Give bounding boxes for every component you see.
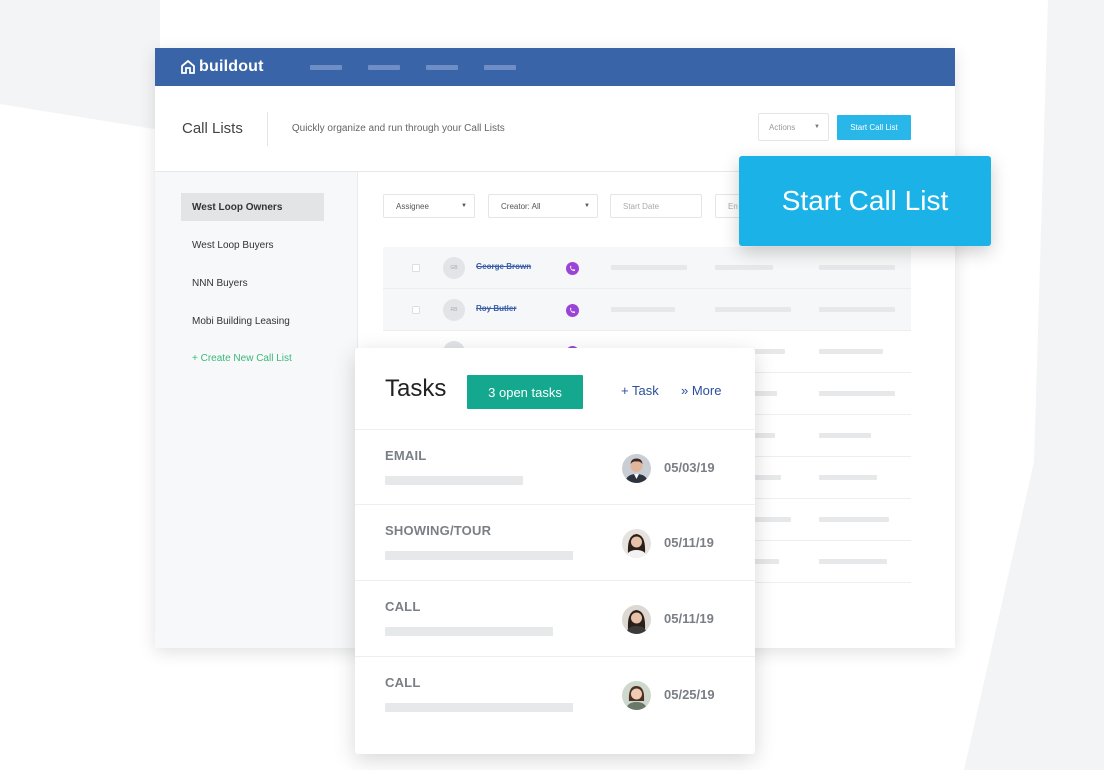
call-lists-sidebar: West Loop Owners West Loop Buyers NNN Bu… [155, 172, 358, 648]
chevron-down-icon: ▼ [814, 124, 820, 130]
woman-avatar [622, 681, 651, 710]
task-row-call[interactable]: CALL 05/25/19 [355, 657, 755, 733]
placeholder-cell [819, 307, 895, 312]
avatar: RB [443, 299, 465, 321]
task-description-placeholder [385, 551, 573, 560]
task-type: SHOWING/TOUR [385, 523, 492, 538]
contact-name[interactable]: Roy Butler [476, 304, 516, 313]
row-checkbox[interactable] [412, 306, 420, 314]
nav-menu [309, 64, 516, 70]
actions-dropdown[interactable]: Actions ▼ [758, 113, 829, 141]
end-date-placeholder: En [728, 201, 738, 211]
task-row-email[interactable]: EMAIL 05/03/19 [355, 429, 755, 505]
woman-avatar [622, 605, 651, 634]
tasks-title: Tasks [385, 375, 447, 402]
sidebar-item-west-loop-owners[interactable]: West Loop Owners [181, 193, 324, 221]
chevron-down-icon: ▼ [584, 203, 590, 209]
placeholder-cell [611, 307, 675, 312]
sidebar-item-nnn-buyers[interactable]: NNN Buyers [181, 269, 324, 297]
task-type: EMAIL [385, 448, 427, 463]
table-row[interactable]: GB George Brown [383, 247, 911, 289]
sidebar-item-mobi-building-leasing[interactable]: Mobi Building Leasing [181, 307, 324, 335]
man-avatar [622, 454, 651, 483]
sidebar-item-west-loop-buyers[interactable]: West Loop Buyers [181, 231, 324, 259]
start-call-list-callout-button[interactable]: Start Call List [739, 156, 991, 246]
start-date-placeholder: Start Date [623, 201, 660, 211]
more-link[interactable]: » More [681, 383, 721, 398]
avatar: GB [443, 257, 465, 279]
nav-item-placeholder[interactable] [367, 64, 400, 70]
task-date: 05/25/19 [664, 687, 715, 702]
start-date-field[interactable]: Start Date [610, 194, 702, 218]
task-type: CALL [385, 599, 421, 614]
chevron-down-icon: ▼ [461, 203, 467, 209]
assignee-filter-label: Assignee [396, 201, 429, 211]
placeholder-cell [819, 517, 889, 522]
task-date: 05/11/19 [664, 535, 714, 550]
task-row-showing-tour[interactable]: SHOWING/TOUR 05/11/19 [355, 505, 755, 581]
placeholder-cell [611, 265, 687, 270]
placeholder-cell [819, 475, 877, 480]
page-subtitle: Quickly organize and run through your Ca… [291, 123, 505, 134]
task-row-call[interactable]: CALL 05/11/19 [355, 581, 755, 657]
phone-icon[interactable] [566, 304, 579, 317]
background-shape-left [0, 0, 160, 130]
add-task-link[interactable]: + Task [621, 383, 659, 398]
nav-item-placeholder[interactable] [309, 64, 342, 70]
placeholder-cell [819, 265, 895, 270]
top-navbar: buildout [155, 48, 955, 86]
actions-label: Actions [769, 122, 796, 132]
table-row[interactable]: RB Roy Butler [383, 289, 911, 331]
contact-name[interactable]: George Brown [476, 262, 531, 271]
task-date: 05/03/19 [664, 460, 715, 475]
assignee-filter[interactable]: Assignee ▼ [383, 194, 475, 218]
task-description-placeholder [385, 476, 523, 485]
placeholder-cell [819, 559, 887, 564]
phone-icon[interactable] [566, 262, 579, 275]
creator-filter[interactable]: Creator: All ▼ [488, 194, 598, 218]
placeholder-cell [819, 391, 895, 396]
building-icon [181, 60, 195, 74]
woman-avatar [622, 529, 651, 558]
task-date: 05/11/19 [664, 611, 714, 626]
row-checkbox[interactable] [412, 264, 420, 272]
task-description-placeholder [385, 627, 553, 636]
create-new-call-list-link[interactable]: + Create New Call List [181, 344, 324, 372]
creator-filter-label: Creator: All [501, 201, 541, 211]
task-description-placeholder [385, 703, 573, 712]
buildout-logo[interactable]: buildout [181, 58, 264, 76]
logo-text: buildout [199, 58, 264, 75]
open-tasks-badge[interactable]: 3 open tasks [467, 375, 583, 409]
nav-item-placeholder[interactable] [483, 64, 516, 70]
task-type: CALL [385, 675, 421, 690]
placeholder-cell [715, 307, 791, 312]
page-title: Call Lists [182, 111, 268, 146]
placeholder-cell [819, 349, 883, 354]
placeholder-cell [819, 433, 871, 438]
background-shape-right [964, 0, 1104, 770]
placeholder-cell [715, 265, 773, 270]
tasks-panel: Tasks 3 open tasks + Task » More EMAIL 0… [355, 348, 755, 754]
start-call-list-button[interactable]: Start Call List [837, 115, 911, 140]
nav-item-placeholder[interactable] [425, 64, 458, 70]
